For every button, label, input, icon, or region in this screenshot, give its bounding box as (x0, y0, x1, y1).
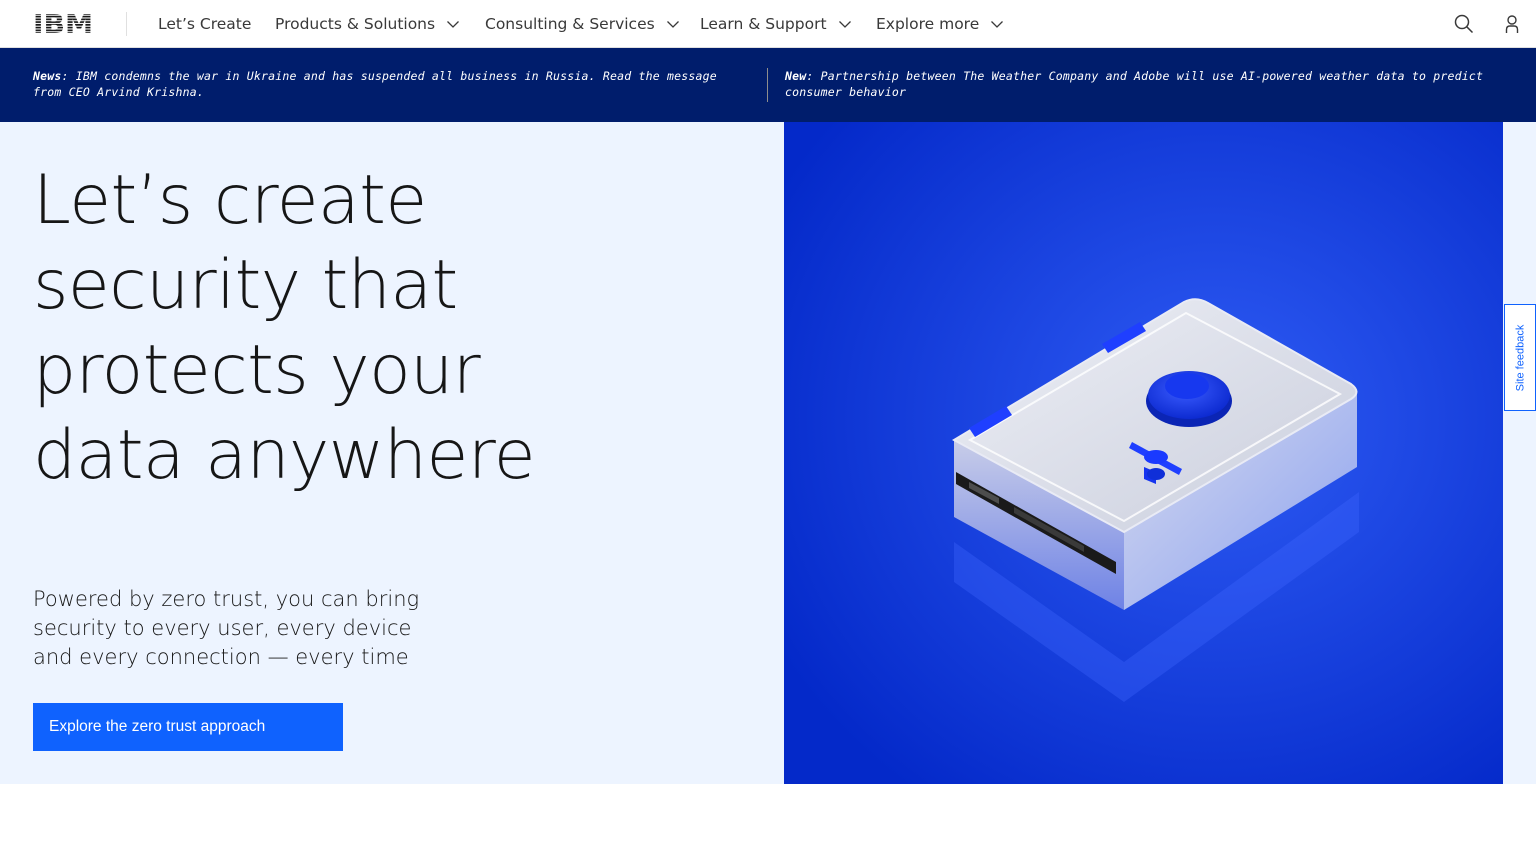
user-icon[interactable] (1500, 12, 1524, 36)
nav-products-solutions-label: Products & Solutions (275, 15, 436, 33)
chevron-down-icon (837, 16, 853, 32)
search-icon[interactable] (1452, 12, 1476, 36)
site-feedback-tab[interactable]: Site feedback (1504, 304, 1536, 411)
nav-learn-support-label: Learn & Support (700, 15, 827, 33)
ibm-logo-mark: IBM (33, 10, 93, 40)
ibm-logo-text: IBM (33, 13, 93, 35)
below-fold-area (0, 784, 1536, 864)
nav-explore-more[interactable]: Explore more (876, 0, 1005, 48)
nav-explore-more-label: Explore more (876, 15, 980, 33)
nav-lets-create-label: Let’s Create (158, 15, 252, 33)
chevron-down-icon (445, 16, 461, 32)
hero-subtitle: Powered by zero trust, you can bring sec… (33, 587, 420, 669)
hero-title: Let’s create security that protects your… (33, 161, 536, 495)
hero-image (784, 122, 1503, 784)
chevron-down-icon (665, 16, 681, 32)
site-feedback-label: Site feedback (1514, 324, 1526, 391)
hero-gutter (1503, 122, 1536, 784)
news-ribbon: News: IBM condemns the war in Ukraine an… (0, 48, 1536, 122)
news-prefix: New (785, 69, 807, 83)
ibm-logo[interactable]: IBM (33, 10, 93, 40)
nav-consulting-services[interactable]: Consulting & Services (485, 0, 681, 48)
nav-consulting-services-label: Consulting & Services (485, 15, 655, 33)
nav-products-solutions[interactable]: Products & Solutions (275, 0, 461, 48)
news-text: : IBM condemns the war in Ukraine and ha… (33, 69, 717, 99)
explore-zero-trust-button[interactable]: Explore the zero trust approach (33, 703, 343, 751)
ribbon-divider (767, 68, 768, 102)
nav-lets-create[interactable]: Let’s Create (158, 0, 251, 48)
news-text: : Partnership between The Weather Compan… (785, 69, 1484, 99)
chevron-down-icon (989, 16, 1005, 32)
top-navigation: IBM Let’s Create Products & Solutions Co… (0, 0, 1536, 48)
news-item-weather-adobe[interactable]: New: Partnership between The Weather Com… (785, 68, 1505, 100)
news-item-ukraine[interactable]: News: IBM condemns the war in Ukraine an… (33, 68, 733, 100)
nav-learn-support[interactable]: Learn & Support (700, 0, 853, 48)
safe-illustration (784, 122, 1503, 784)
news-prefix: News (33, 69, 62, 83)
nav-divider (126, 12, 127, 36)
hero-text-panel: Let’s create security that protects your… (0, 122, 784, 784)
